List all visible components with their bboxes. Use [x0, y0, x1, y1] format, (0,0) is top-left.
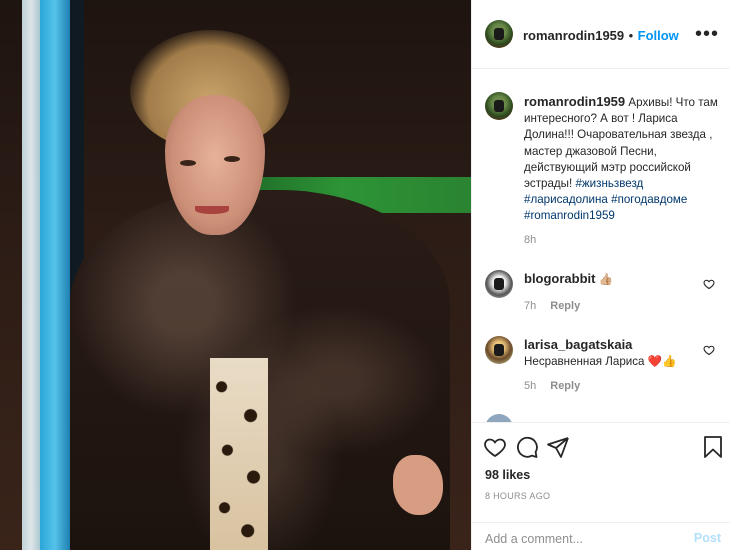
- comment-item: larisa_bagatskaia Несравненная Лариса ❤️…: [472, 334, 730, 396]
- photo-eye-right: [224, 156, 240, 162]
- heart-icon[interactable]: [483, 435, 507, 459]
- comment-meta: 7h Reply: [524, 300, 580, 312]
- comment-meta: 5h Reply: [524, 380, 580, 392]
- commenter-avatar[interactable]: [485, 414, 513, 422]
- comments-list[interactable]: romanrodin1959 Архивы! Что там интересно…: [472, 70, 730, 422]
- commenter-avatar[interactable]: [485, 270, 513, 298]
- post-actions: 98 likes 8 HOURS AGO: [472, 422, 730, 514]
- comment-like-icon[interactable]: [703, 344, 715, 356]
- photo-blue-stripe: [40, 0, 70, 550]
- hashtag-link[interactable]: #погодавдоме: [611, 193, 687, 206]
- caption: romanrodin1959 Архивы! Что там интересно…: [524, 94, 724, 225]
- photo-light-stripe: [22, 0, 40, 550]
- post-photo[interactable]: [0, 0, 471, 550]
- photo-leopard-scarf: [210, 358, 268, 550]
- comment-text-block: larisa_bagatskaia Несравненная Лариса ❤️…: [524, 337, 694, 370]
- reply-button[interactable]: Reply: [550, 300, 580, 312]
- post-side-panel: romanrodin1959 • Follow ••• romanrodin19…: [471, 0, 730, 550]
- commenter-username[interactable]: blogorabbit: [524, 271, 596, 286]
- author-username[interactable]: romanrodin1959: [523, 28, 624, 43]
- comment-time: 7h: [524, 300, 537, 312]
- follow-button[interactable]: Follow: [638, 28, 679, 43]
- comment-text: 👍🏼: [598, 273, 614, 286]
- caption-time: 8h: [524, 234, 537, 246]
- photo-eye-left: [180, 160, 196, 166]
- post-comment-button[interactable]: Post: [694, 531, 721, 545]
- comment-input[interactable]: [485, 530, 675, 548]
- photo-mouth: [195, 206, 229, 214]
- hashtag-link[interactable]: #ларисадолина: [524, 193, 608, 206]
- comment-icon[interactable]: [515, 435, 539, 459]
- add-comment-bar: Post: [472, 522, 730, 550]
- reply-button[interactable]: Reply: [550, 380, 580, 392]
- caption-username[interactable]: romanrodin1959: [524, 94, 625, 109]
- commenter-username[interactable]: larisa_bagatskaia: [524, 337, 632, 352]
- author-avatar[interactable]: [485, 20, 513, 48]
- comment-like-icon[interactable]: [703, 278, 715, 290]
- photo-hand: [393, 455, 443, 515]
- header-user-line: romanrodin1959 • Follow: [523, 27, 679, 45]
- bookmark-icon[interactable]: [701, 435, 725, 459]
- hashtag-link[interactable]: #romanrodin1959: [524, 209, 615, 222]
- header-separator: •: [628, 28, 634, 43]
- comment-time: 5h: [524, 380, 537, 392]
- comment-text-block: blogorabbit 👍🏼: [524, 271, 694, 288]
- caption-text: Архивы! Что там интересного? А вот ! Лар…: [524, 96, 718, 191]
- share-icon[interactable]: [546, 435, 570, 459]
- likes-count[interactable]: 98 likes: [485, 468, 530, 482]
- post-header: romanrodin1959 • Follow •••: [472, 0, 730, 69]
- post-timestamp: 8 HOURS AGO: [485, 491, 551, 501]
- caption-avatar[interactable]: [485, 92, 513, 120]
- commenter-avatar[interactable]: [485, 336, 513, 364]
- more-options-icon[interactable]: •••: [695, 24, 719, 44]
- comment-item: blogorabbit 👍🏼 7h Reply: [472, 268, 730, 318]
- comment-text: Несравненная Лариса ❤️👍: [524, 355, 677, 368]
- hashtag-link[interactable]: #жизньзвезд: [575, 177, 643, 190]
